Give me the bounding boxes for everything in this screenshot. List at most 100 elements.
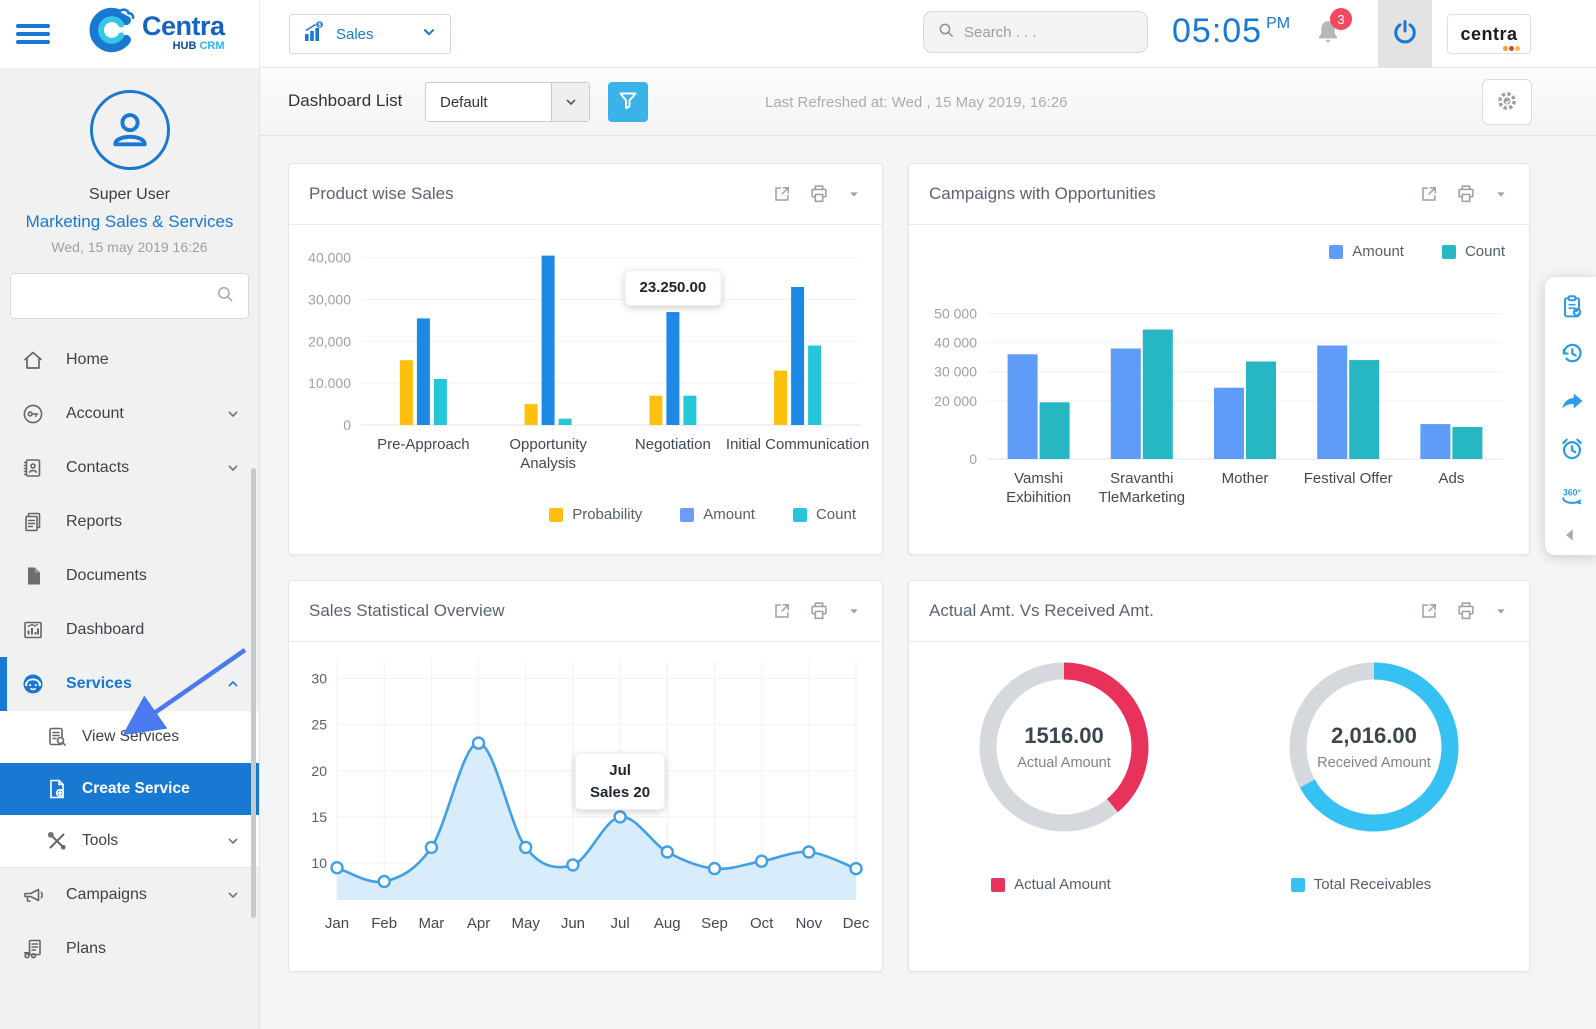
settings-button[interactable] [1482, 79, 1532, 125]
card-title: Actual Amt. Vs Received Amt. [929, 601, 1419, 621]
sidebar-item-tools[interactable]: Tools [0, 815, 259, 867]
logout-power-button[interactable] [1378, 0, 1432, 68]
donut-value: 2,016.00 [1331, 723, 1417, 749]
donut-actual: 1516.00 Actual Amount Actual Amount [909, 654, 1219, 893]
campaigns-opportunities-chart: 020 00030 00040 00050 000VamshiExbihitio… [909, 225, 1529, 536]
svg-text:Negotiation: Negotiation [635, 436, 711, 453]
caret-down-icon[interactable] [846, 603, 862, 619]
open-external-icon[interactable] [772, 601, 792, 621]
caret-down-icon[interactable] [846, 186, 862, 202]
user-name: Super User [0, 186, 259, 204]
card-title: Sales Statistical Overview [309, 601, 772, 621]
dashboard-chart-icon [20, 618, 46, 642]
view-360-icon[interactable]: 360° [1558, 483, 1586, 511]
dashboard-select-value: Default [426, 83, 551, 121]
key-icon [20, 402, 46, 426]
brand-name: Centra [142, 13, 225, 40]
sidebar-item-dashboard[interactable]: Dashboard [0, 603, 259, 657]
brand-hub: HUB [173, 40, 197, 52]
share-icon[interactable] [1558, 387, 1586, 415]
filter-button[interactable] [608, 82, 648, 122]
open-external-icon[interactable] [1419, 601, 1439, 621]
quick-actions-panel: 360° [1545, 277, 1596, 555]
chevron-down-icon [225, 887, 241, 903]
main-content: Dashboard List Default Last Refreshed at… [260, 68, 1596, 1029]
print-icon[interactable] [808, 600, 830, 622]
print-icon[interactable] [1455, 600, 1477, 622]
svg-text:Apr: Apr [467, 915, 490, 932]
svg-text:Mother: Mother [1222, 470, 1269, 487]
svg-text:10: 10 [311, 855, 327, 871]
search-icon [214, 283, 236, 310]
sales-module-icon: $ [302, 20, 326, 49]
svg-text:Jan: Jan [325, 915, 349, 932]
open-external-icon[interactable] [772, 184, 792, 204]
clock-time: 05:05 [1172, 12, 1262, 50]
history-icon[interactable] [1558, 339, 1586, 367]
sidebar-item-view-services[interactable]: View Services [0, 711, 259, 763]
chart-legend: Total Receivables [1291, 876, 1458, 893]
dashboard-select[interactable]: Default [425, 82, 590, 122]
collapse-panel-icon[interactable] [1558, 523, 1586, 551]
brand-crm: CRM [199, 40, 224, 52]
app-logo[interactable]: Centra HUB CRM [86, 4, 225, 61]
sidebar-item-account[interactable]: Account [0, 387, 259, 441]
card-title: Campaigns with Opportunities [929, 184, 1419, 204]
sidebar-item-plans[interactable]: Plans [0, 922, 259, 976]
global-search [923, 11, 1148, 53]
sidebar: Super User Marketing Sales & Services We… [0, 68, 260, 1029]
svg-text:May: May [512, 915, 541, 932]
user-datetime: Wed, 15 may 2019 16:26 [0, 239, 259, 255]
legend-item: Total Receivables [1291, 876, 1432, 893]
sidebar-item-contacts[interactable]: Contacts [0, 441, 259, 495]
bell-icon [1312, 37, 1344, 54]
notifications-button[interactable]: 3 [1312, 16, 1352, 56]
notification-badge: 3 [1330, 8, 1352, 30]
hamburger-menu-button[interactable] [16, 19, 54, 49]
legend-swatch [1329, 245, 1343, 259]
sidebar-item-campaigns[interactable]: Campaigns [0, 868, 259, 922]
print-icon[interactable] [808, 183, 830, 205]
card-actual-vs-received: Actual Amt. Vs Received Amt. 1516.00 Act… [908, 580, 1530, 972]
topbar: Centra HUB CRM $ Sales [0, 0, 1596, 68]
alarm-clock-icon[interactable] [1558, 435, 1586, 463]
gear-icon [1494, 88, 1520, 117]
svg-text:Oct: Oct [750, 915, 774, 932]
svg-text:0: 0 [343, 417, 351, 433]
sidebar-item-create-service[interactable]: Create Service [0, 763, 259, 815]
legend-item: Count [1442, 243, 1505, 260]
chart-tooltip: JulSales 20 [575, 753, 665, 811]
svg-text:50 000: 50 000 [934, 306, 977, 322]
sidebar-search-input[interactable] [23, 288, 214, 304]
chart-legend: ProbabilityAmountCount [289, 506, 882, 523]
sidebar-item-home[interactable]: Home [0, 333, 259, 387]
clipboard-check-icon[interactable] [1558, 293, 1586, 321]
legend-item: Actual Amount [991, 876, 1111, 893]
user-role[interactable]: Marketing Sales & Services [0, 212, 259, 232]
avatar[interactable] [90, 90, 170, 170]
svg-text:20: 20 [311, 763, 327, 779]
svg-text:20,000: 20,000 [308, 333, 351, 349]
sidebar-search [10, 273, 249, 319]
sidebar-item-services[interactable]: Services [0, 657, 259, 711]
power-icon [1390, 17, 1420, 52]
caret-down-icon[interactable] [1493, 603, 1509, 619]
sidebar-item-documents[interactable]: Documents [0, 549, 259, 603]
svg-text:Opportunity: Opportunity [509, 436, 587, 453]
sidebar-item-reports[interactable]: Reports [0, 495, 259, 549]
sidebar-scrollbar[interactable] [251, 468, 256, 918]
legend-item: Amount [680, 506, 755, 523]
topbar-brand-section: Centra HUB CRM [0, 0, 260, 68]
global-search-input[interactable] [964, 24, 1124, 41]
donut-label: Actual Amount [1017, 755, 1111, 771]
print-icon[interactable] [1455, 183, 1477, 205]
open-external-icon[interactable] [1419, 184, 1439, 204]
donut-value: 1516.00 [1024, 723, 1104, 749]
clock: 05:05PM [1172, 12, 1290, 51]
svg-text:Initial Communication: Initial Communication [726, 436, 869, 453]
centrahub-crm-app: Centra HUB CRM $ Sales [0, 0, 1596, 1029]
module-selector-dropdown[interactable]: $ Sales [289, 14, 451, 54]
svg-text:$: $ [318, 22, 321, 28]
chart-legend: Actual Amount [991, 876, 1137, 893]
caret-down-icon[interactable] [1493, 186, 1509, 202]
